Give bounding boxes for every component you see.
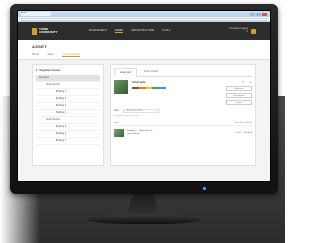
monitor-screen: Asset THINK COMMUNITY MANAGEMENT ASSET I… bbox=[17, 10, 271, 182]
list-item-text: Building 1 – North Section Ground Floor bbox=[127, 130, 232, 136]
asset-info: All Assets bbox=[132, 80, 222, 89]
nav-item-infrastructure[interactable]: INFRASTRUCTURE bbox=[131, 29, 154, 33]
color-bar-segment bbox=[152, 87, 160, 89]
main-panel: Asset List Asset Details All Assets ✎ ✕ bbox=[110, 64, 256, 166]
chevron-down-icon[interactable]: ▾ bbox=[36, 68, 37, 72]
filter-label: Filter bbox=[114, 110, 120, 112]
sort-dropdown[interactable]: View Most Recent bbox=[234, 122, 252, 124]
site-header: THINK COMMUNITY MANAGEMENT ASSET INFRAST… bbox=[18, 22, 270, 40]
page-title-bar: ASSET Home Work Asset Overview bbox=[18, 40, 270, 60]
close-icon[interactable] bbox=[262, 12, 267, 16]
export-button[interactable]: Export bbox=[226, 100, 252, 105]
asset-list: Building 1 – North Section Ground Floor Oc… bbox=[114, 129, 252, 137]
subtab-work[interactable]: Work bbox=[48, 53, 54, 57]
monitor: Asset THINK COMMUNITY MANAGEMENT ASSET I… bbox=[10, 4, 278, 194]
sidebar-item[interactable]: Building 1 bbox=[36, 89, 100, 96]
asset-actions: ✎ ✕ Add Asset Import Assets Export bbox=[226, 80, 252, 105]
subtabs: Home Work Asset Overview bbox=[32, 53, 256, 57]
color-bar-segment bbox=[145, 87, 153, 89]
subtab-asset-overview[interactable]: Asset Overview bbox=[62, 53, 80, 57]
sidebar-list: All Assets North Section Building 1 Buildin… bbox=[36, 75, 100, 145]
color-bar-segment bbox=[132, 87, 139, 89]
asset-name: All Assets bbox=[132, 80, 146, 84]
tab-asset-list[interactable]: Asset List bbox=[114, 68, 137, 77]
power-led-icon bbox=[202, 186, 206, 190]
list-header-left: Items bbox=[114, 122, 120, 124]
sidebar-item[interactable]: Building 7 bbox=[36, 138, 100, 145]
color-bar-segment bbox=[138, 87, 146, 89]
sidebar-item[interactable]: South Section bbox=[36, 117, 100, 124]
user-name[interactable]: Username Logged in bbox=[228, 28, 248, 34]
sidebar-item[interactable]: Building 3 bbox=[36, 103, 100, 110]
asset-thumbnail bbox=[114, 80, 128, 94]
browser-tab[interactable]: Asset bbox=[21, 12, 51, 16]
status-color-bar bbox=[132, 87, 166, 89]
list-header: Items View Most Recent bbox=[114, 122, 252, 126]
sidebar-item[interactable]: Building 4 bbox=[36, 110, 100, 117]
sidebar-item[interactable]: Building 5 bbox=[36, 124, 100, 131]
sidebar-item[interactable]: North Section bbox=[36, 82, 100, 89]
sidebar-item[interactable]: All Assets bbox=[36, 75, 100, 82]
sidebar-title: ▾ Organize Assets bbox=[36, 68, 100, 73]
logo-text: THINK COMMUNITY bbox=[39, 27, 58, 34]
maximize-icon[interactable] bbox=[256, 12, 261, 16]
asset-summary: All Assets ✎ ✕ Add Asset Import Assets E… bbox=[114, 80, 252, 105]
nav-item-tools[interactable]: TOOLS bbox=[162, 29, 170, 33]
sidebar-title-label: Organize Assets bbox=[39, 68, 61, 72]
list-item-thumbnail bbox=[114, 129, 124, 137]
filter-row: Filter Select an option bbox=[114, 109, 252, 113]
delete-icon[interactable]: ✕ bbox=[248, 80, 252, 84]
subtab-home[interactable]: Home bbox=[32, 53, 39, 57]
logo-mark-icon bbox=[32, 27, 37, 35]
filter-note: Showing results for all assets bbox=[114, 115, 140, 117]
monitor-stand-base bbox=[88, 214, 200, 224]
color-bar-segment bbox=[159, 87, 166, 89]
import-assets-button[interactable]: Import Assets bbox=[226, 93, 252, 98]
url-input[interactable] bbox=[21, 17, 267, 21]
filter-select[interactable]: Select an option bbox=[123, 109, 160, 113]
user-area: Username Logged in bbox=[228, 28, 256, 34]
window-controls bbox=[250, 12, 267, 16]
minimize-icon[interactable] bbox=[250, 12, 255, 16]
nav-item-asset[interactable]: ASSET bbox=[114, 29, 124, 33]
asset-icon-row: ✎ ✕ bbox=[241, 80, 252, 84]
main-tabs: Asset List Asset Details bbox=[114, 68, 252, 77]
sidebar-item[interactable]: Building 2 bbox=[36, 96, 100, 103]
main-nav: MANAGEMENT ASSET INFRASTRUCTURE TOOLS bbox=[89, 29, 170, 33]
content: ▾ Organize Assets All Assets North Sectio… bbox=[18, 60, 270, 170]
sidebar: ▾ Organize Assets All Assets North Sectio… bbox=[32, 64, 104, 166]
logo[interactable]: THINK COMMUNITY bbox=[32, 27, 61, 35]
edit-icon[interactable]: ✎ bbox=[241, 80, 245, 84]
monitor-chin bbox=[10, 182, 278, 194]
nav-item-management[interactable]: MANAGEMENT bbox=[89, 29, 107, 33]
list-item-meta: Oct 15 – Enabled bbox=[235, 131, 252, 134]
tab-asset-details[interactable]: Asset Details bbox=[139, 68, 164, 76]
add-asset-button[interactable]: Add Asset bbox=[226, 86, 252, 91]
page-title: ASSET bbox=[32, 44, 47, 49]
user-menu-icon[interactable] bbox=[251, 28, 256, 34]
list-item-subtitle: Ground Floor bbox=[127, 133, 140, 135]
list-item[interactable]: Building 1 – North Section Ground Floor Oc… bbox=[114, 129, 252, 137]
sidebar-item[interactable]: Building 6 bbox=[36, 131, 100, 138]
